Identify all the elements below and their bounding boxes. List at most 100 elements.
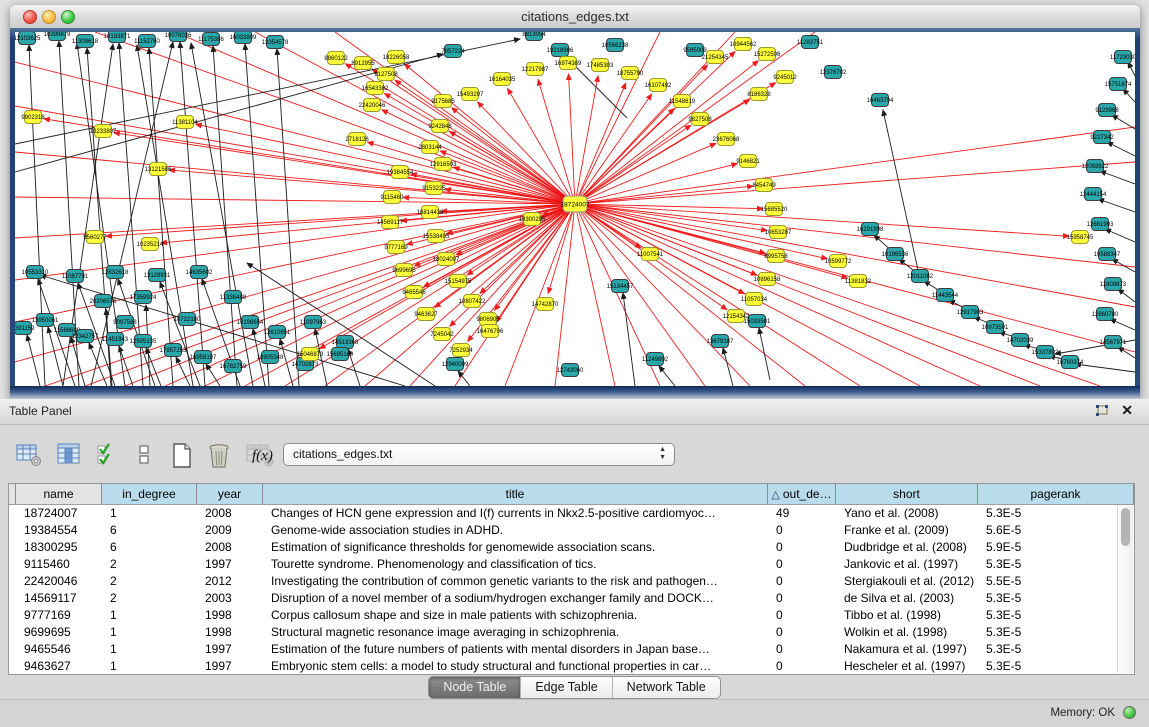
- table-row[interactable]: 1872400712008Changes of HCN gene express…: [9, 505, 1134, 522]
- node-label: 7857224: [441, 49, 465, 55]
- table-row[interactable]: 1938455462009Genome-wide association stu…: [9, 522, 1134, 539]
- create-column-icon[interactable]: [170, 443, 198, 471]
- tab-network-table[interactable]: Network Table: [613, 677, 720, 698]
- citation-network-graph[interactable]: 1210362510399879113096181019387111152760…: [15, 32, 1135, 386]
- table-cell: 5.5E-5: [978, 573, 1134, 590]
- column-header-out_de[interactable]: △out_de…: [768, 484, 836, 504]
- table-cell: 1: [102, 505, 197, 522]
- node-label: 12444154: [1080, 192, 1107, 198]
- column-header-year[interactable]: year: [197, 484, 263, 504]
- node-label: 7252934: [449, 348, 473, 354]
- node-label: 14567971: [1100, 340, 1127, 346]
- window-titlebar[interactable]: citations_edges.txt: [10, 5, 1140, 29]
- table-row[interactable]: 977716911998Corpus callosum shape and si…: [9, 607, 1134, 624]
- table-cell: Tourette syndrome. Phenomenology and cla…: [263, 556, 768, 573]
- node-label: 9391159: [15, 326, 35, 332]
- table-cell: 1: [102, 607, 197, 624]
- node-label: 16543382: [362, 86, 389, 92]
- show-columns-icon[interactable]: [56, 443, 84, 471]
- tab-node-table[interactable]: Node Table: [429, 677, 521, 698]
- table-cell: 5.3E-5: [978, 556, 1134, 573]
- node-label: 15493297: [457, 92, 484, 98]
- node-label: 22420046: [359, 103, 386, 109]
- network-window[interactable]: citations_edges.txt 12103625103998791130…: [10, 5, 1140, 399]
- node-label: 18226058: [383, 55, 410, 61]
- node-label: 10905348: [257, 355, 284, 361]
- tab-edge-table[interactable]: Edge Table: [521, 677, 612, 698]
- node-label: 14742870: [532, 302, 559, 308]
- column-header-title[interactable]: title: [263, 484, 768, 504]
- table-cell: 0: [768, 641, 836, 658]
- table-cell: 5.9E-5: [978, 539, 1134, 556]
- table-options-icon[interactable]: [16, 443, 44, 471]
- table-cell: Tibbo et al. (1998): [836, 607, 978, 624]
- table-cell: 2: [102, 556, 197, 573]
- table-row[interactable]: 1456911722003Disruption of a novel membe…: [9, 590, 1134, 607]
- table-row[interactable]: 1830029562008Estimation of significance …: [9, 539, 1134, 556]
- table-scrollbar-thumb[interactable]: [1121, 508, 1130, 546]
- table-selector-value: citations_edges.txt: [293, 447, 392, 461]
- row-gutter-cell: [9, 573, 16, 590]
- node-label: 12011082: [907, 274, 934, 280]
- delete-column-icon[interactable]: [206, 443, 234, 471]
- table-cell: Yano et al. (2008): [836, 505, 978, 522]
- node-label: 16974389: [555, 61, 582, 67]
- node-label: 9465546: [402, 290, 426, 296]
- table-cell: Estimation of the future numbers of pati…: [263, 641, 768, 658]
- column-label: short: [893, 487, 920, 501]
- node-label: 12860780: [1092, 312, 1119, 318]
- function-builder-icon[interactable]: f(x): [252, 443, 280, 476]
- node-label: 20206576: [90, 299, 117, 305]
- table-row[interactable]: 946362711997Embryonic stem cells: a mode…: [9, 658, 1134, 675]
- table-scrollbar[interactable]: [1117, 505, 1133, 673]
- node-label: 16107492: [645, 83, 672, 89]
- status-bar: Memory: OK: [0, 699, 1149, 727]
- node-label: 14569117: [377, 220, 404, 226]
- table-tabs: Node TableEdge TableNetwork Table: [0, 676, 1149, 699]
- node-label: 18024007: [433, 257, 460, 263]
- float-panel-icon[interactable]: [1095, 405, 1109, 418]
- column-header-short[interactable]: short: [836, 484, 978, 504]
- node-label: 17485303: [587, 63, 614, 69]
- node-label: 9777169: [384, 245, 408, 251]
- column-label: name: [43, 487, 73, 501]
- table-cell: Corpus callosum shape and size in male p…: [263, 607, 768, 624]
- node-label: 15154975: [445, 279, 472, 285]
- row-gutter-cell: [9, 624, 16, 641]
- node-label: 8813054: [522, 32, 546, 38]
- column-header-pagerank[interactable]: pagerank: [978, 484, 1134, 504]
- node-label: 8912955: [351, 61, 375, 67]
- node-label: 12505135: [130, 339, 157, 345]
- column-header-in_degree[interactable]: in_degree: [102, 484, 197, 504]
- table-cell: 2008: [197, 505, 263, 522]
- network-canvas[interactable]: 1210362510399879113096181019387111152760…: [15, 32, 1135, 386]
- node-label: 15046873: [297, 352, 324, 358]
- column-header-name[interactable]: name: [16, 484, 102, 504]
- table-row[interactable]: 2242004622012Investigating the contribut…: [9, 573, 1134, 590]
- node-label: 11809873: [1100, 282, 1127, 288]
- table-row[interactable]: 969969511998Structural magnetic resonanc…: [9, 624, 1134, 641]
- node-label: 12916503: [430, 162, 457, 168]
- table-cell: 5.3E-5: [978, 607, 1134, 624]
- table-cell: 0: [768, 607, 836, 624]
- table-row[interactable]: 911546021997Tourette syndrome. Phenomeno…: [9, 556, 1134, 573]
- panel-title: Table Panel: [9, 404, 72, 418]
- table-header-row: name in_degreeyear title △out_de… short pager…: [9, 484, 1134, 505]
- window-title: citations_edges.txt: [10, 9, 1140, 24]
- table-cell: 0: [768, 573, 836, 590]
- table-selector-dropdown[interactable]: citations_edges.txt ▲▼: [283, 443, 675, 466]
- node-label: 21254345: [702, 55, 729, 61]
- row-height-icon[interactable]: [134, 443, 162, 471]
- close-panel-icon[interactable]: ✕: [1121, 402, 1133, 419]
- node-label: 15538405: [423, 234, 450, 240]
- window-bottom-border: [10, 386, 1140, 399]
- table-cell: Hescheler et al. (1997): [836, 658, 978, 675]
- select-columns-icon[interactable]: [96, 443, 124, 471]
- table-cell: 19384554: [16, 522, 102, 539]
- table-row[interactable]: 946554611997Estimation of the future num…: [9, 641, 1134, 658]
- table-panel: Table Panel ✕: [0, 399, 1149, 727]
- table-cell: Dudbridge et al. (2008): [836, 539, 978, 556]
- node-label: 7245042: [430, 332, 454, 338]
- node-label: 10807422: [459, 299, 486, 305]
- column-label: title: [506, 487, 525, 501]
